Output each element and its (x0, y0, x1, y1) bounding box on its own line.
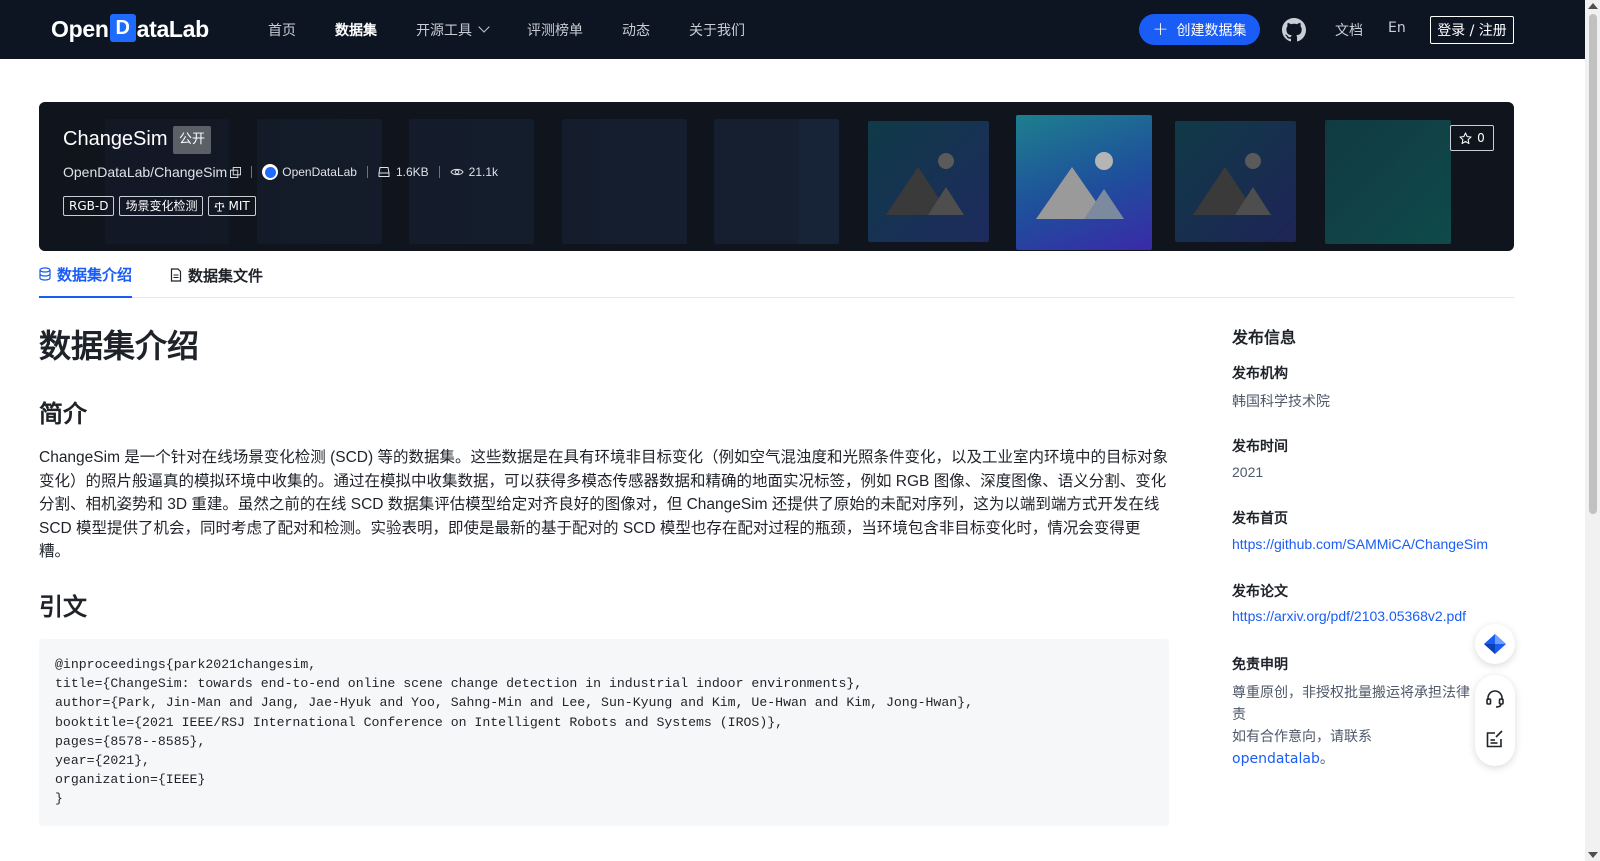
disclaimer-line-1: 尊重原创，非授权批量搬运将承担法律责 (1232, 685, 1470, 723)
repo-path: OpenDataLab/ChangeSim (63, 164, 228, 180)
dataset-banner: ChangeSim 公开 OpenDataLab/ChangeSim OpenD… (39, 102, 1514, 251)
image-placeholder-icon (868, 121, 989, 242)
dataset-title: ChangeSim (63, 128, 168, 150)
login-register-button[interactable]: 登录 / 注册 (1430, 16, 1514, 44)
preview-thumbnail (1325, 120, 1451, 244)
nav-open-source-tools-label: 开源工具 (416, 22, 472, 39)
publisher-org-label: 发布机构 (1232, 366, 1288, 382)
publish-time-label: 发布时间 (1232, 439, 1288, 455)
star-button[interactable]: 0 (1450, 125, 1494, 151)
homepage-label: 发布首页 (1232, 511, 1288, 527)
image-placeholder-icon (1016, 115, 1152, 250)
scale-icon (214, 201, 226, 212)
create-dataset-button[interactable]: + 创建数据集 (1139, 14, 1260, 45)
divider (366, 166, 368, 178)
disclaimer-line-2-prefix: 如有合作意向，请联系 (1232, 729, 1372, 745)
paper-label: 发布论文 (1232, 584, 1288, 600)
main-menu: 首页 数据集 开源工具 评测榜单 动态 关于我们 (268, 0, 784, 59)
dataset-tags: RGB-D 场景变化检测 MIT (63, 196, 261, 216)
disclaimer-line-2-suffix: 。 (1319, 751, 1334, 767)
file-icon (170, 268, 182, 282)
summary-text: ChangeSim 是一个针对在线场景变化检测 (SCD) 等的数据集。这些数据… (39, 449, 1168, 560)
logo-text-open: Open (51, 15, 109, 42)
scroll-up-arrow-icon[interactable] (1588, 3, 1598, 9)
license-tag[interactable]: MIT (208, 196, 256, 216)
page-scrollbar[interactable] (1585, 0, 1600, 861)
headset-icon[interactable] (1485, 689, 1505, 709)
nav-about[interactable]: 关于我们 (689, 20, 745, 40)
plus-icon: + (1152, 18, 1169, 40)
page-title: 数据集介绍 (39, 327, 200, 365)
scroll-thumb[interactable] (1589, 14, 1597, 514)
github-icon[interactable] (1282, 18, 1306, 42)
citation-code-block[interactable]: @inproceedings{park2021changesim, title=… (39, 639, 1169, 826)
visibility-badge: 公开 (173, 126, 212, 154)
dataset-size: 1.6KB (395, 165, 429, 179)
publish-time-value: 2021 (1232, 464, 1264, 480)
view-count: 21.1k (468, 165, 499, 179)
logo-mark: D (109, 14, 136, 42)
top-navigation: Open D ataLab 首页 数据集 开源工具 评测榜单 动态 关于我们 +… (0, 0, 1585, 59)
tab-dataset-intro-label: 数据集介绍 (57, 265, 133, 284)
summary-heading: 简介 (39, 400, 87, 428)
tab-dataset-intro[interactable]: 数据集介绍 (39, 252, 133, 298)
logo-text-rest: ataLab (136, 15, 210, 42)
dataset-meta: OpenDataLab/ChangeSim OpenDataLab 1.6KB … (63, 163, 498, 181)
nav-leaderboard[interactable]: 评测榜单 (527, 20, 583, 40)
storage-icon (378, 167, 390, 177)
image-placeholder-icon (1175, 121, 1296, 242)
language-switch[interactable]: En (1388, 20, 1406, 36)
license-label: MIT (228, 199, 250, 213)
nav-datasets[interactable]: 数据集 (335, 20, 377, 40)
divider (438, 166, 440, 178)
copy-icon[interactable] (230, 166, 242, 178)
publisher-name[interactable]: OpenDataLab (282, 165, 357, 179)
eye-icon (450, 168, 464, 176)
disclaimer-label: 免责申明 (1232, 657, 1288, 673)
dataset-tabs: 数据集介绍 数据集文件 (39, 252, 1514, 298)
tab-dataset-files-label: 数据集文件 (188, 266, 264, 285)
back-to-top-button[interactable] (1475, 624, 1515, 664)
citation-heading: 引文 (39, 593, 87, 621)
publish-info-title: 发布信息 (1232, 328, 1297, 347)
nav-home[interactable]: 首页 (268, 20, 296, 40)
nav-open-source-tools[interactable]: 开源工具 (416, 20, 490, 40)
contact-link[interactable]: opendatalab (1232, 751, 1320, 767)
create-dataset-label: 创建数据集 (1176, 22, 1247, 39)
paper-link[interactable]: https://arxiv.org/pdf/2103.05368v2.pdf (1232, 608, 1466, 624)
back-to-top-icon (1484, 634, 1506, 654)
disclaimer-line-2: 如有合作意向，请联系 opendatalab。 (1232, 726, 1472, 770)
tag-rgbd[interactable]: RGB-D (63, 196, 115, 216)
star-count: 0 (1477, 131, 1485, 145)
chevron-down-icon (478, 20, 490, 33)
divider (251, 166, 253, 178)
opendatalab-logo[interactable]: Open D ataLab (51, 14, 209, 44)
scroll-down-arrow-icon[interactable] (1588, 852, 1598, 858)
publisher-org-value: 韩国科学技术院 (1232, 393, 1330, 409)
homepage-link[interactable]: https://github.com/SAMMiCA/ChangeSim (1232, 536, 1488, 552)
database-icon (39, 267, 51, 281)
tab-dataset-files[interactable]: 数据集文件 (170, 252, 263, 298)
star-icon (1459, 131, 1472, 144)
publisher-avatar (262, 164, 279, 180)
disclaimer-text: 尊重原创，非授权批量搬运将承担法律责 如有合作意向，请联系 opendatalab… (1232, 682, 1472, 770)
feedback-icon[interactable] (1485, 729, 1505, 749)
help-panel (1475, 675, 1515, 766)
tag-scene-change-detection[interactable]: 场景变化检测 (119, 196, 204, 216)
docs-link[interactable]: 文档 (1335, 20, 1363, 40)
nav-news[interactable]: 动态 (622, 20, 650, 40)
